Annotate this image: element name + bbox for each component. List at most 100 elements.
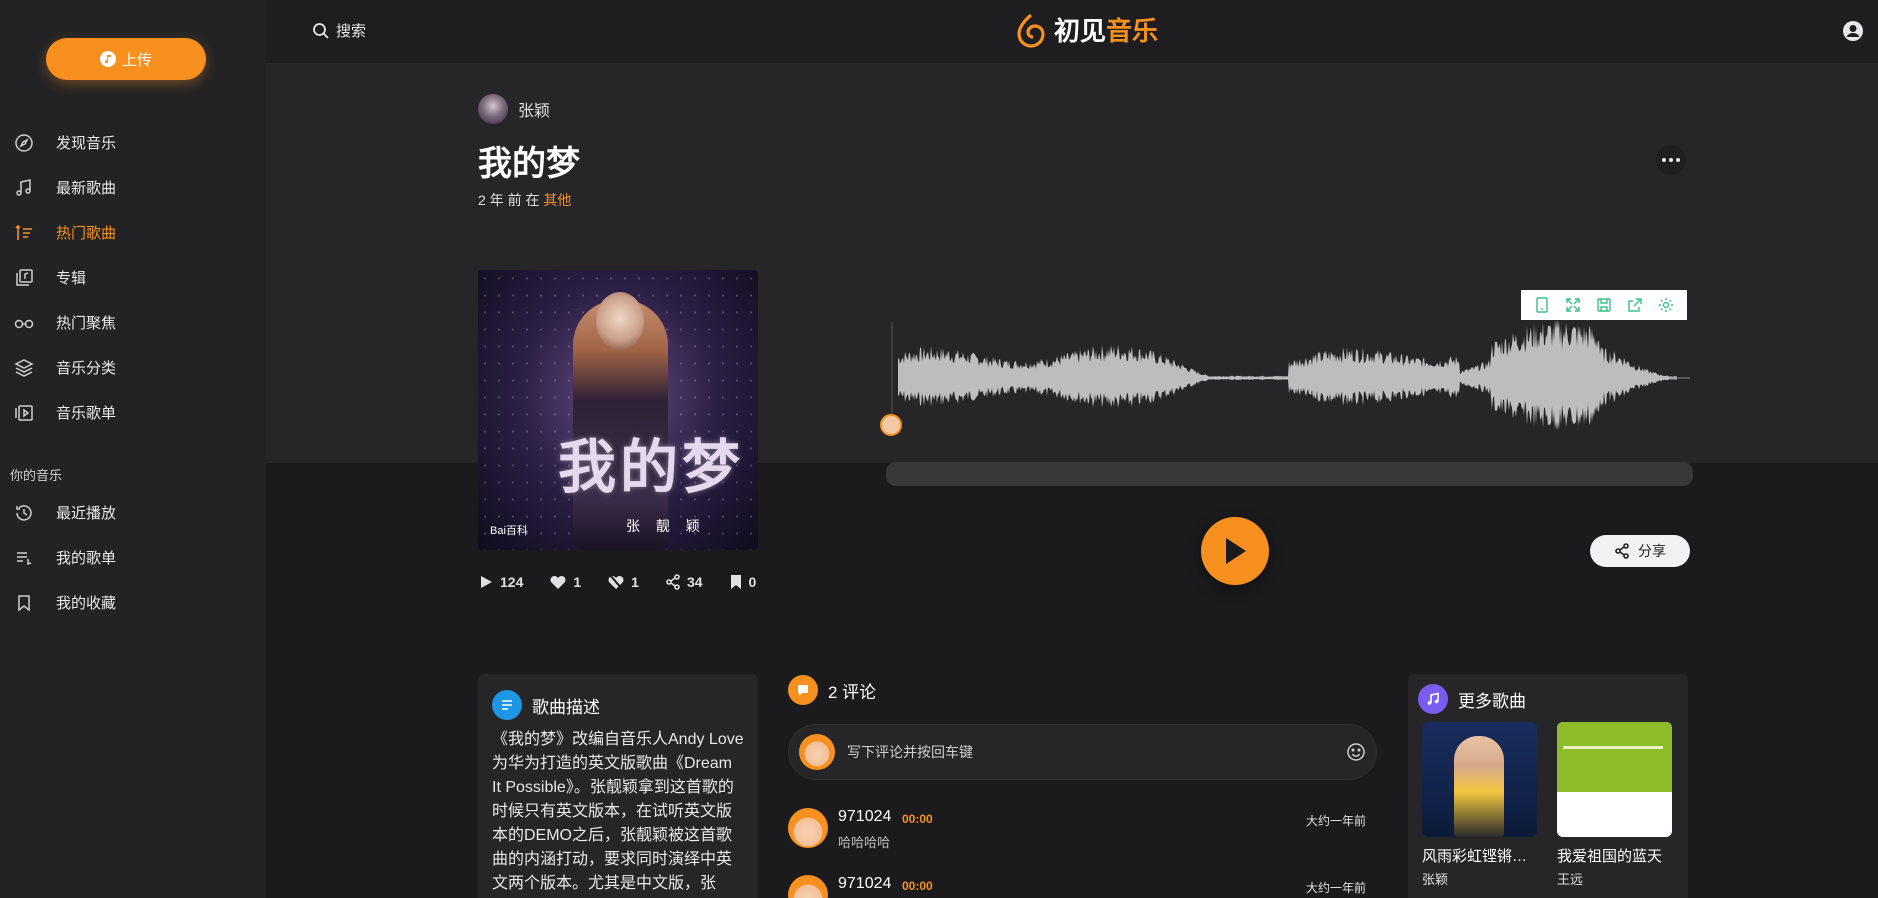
heart-icon (550, 575, 566, 589)
thumbnail-header (1557, 722, 1672, 792)
thumbnail-bar (1563, 746, 1663, 749)
more-song-item[interactable]: 我爱祖国的蓝天 王远 (1557, 722, 1672, 888)
search-button[interactable]: 搜索 (312, 20, 366, 41)
main-nav: 发现音乐 最新歌曲 热门歌曲 专辑 热门聚焦 音乐分类 音乐歌单 (0, 120, 266, 435)
dot-icon (1676, 158, 1680, 162)
description-title: 歌曲描述 (532, 697, 600, 717)
comment-timestamp[interactable]: 00:00 (902, 812, 933, 826)
song-thumbnail[interactable] (1557, 722, 1672, 837)
commenter-avatar[interactable] (788, 875, 828, 898)
sidebar-item-hot-songs[interactable]: 热门歌曲 (0, 210, 266, 255)
waveform-shape (898, 320, 1677, 430)
play-icon (1226, 538, 1246, 564)
artist-name: 张颖 (518, 103, 551, 120)
sidebar: 上传 发现音乐 最新歌曲 热门歌曲 专辑 热门聚焦 音乐分类 音乐歌单 你的音乐… (0, 0, 266, 898)
cover-brand-text: Bai百科 (490, 525, 528, 537)
music-disc-icon (99, 51, 116, 67)
compass-icon (14, 133, 34, 153)
music-note-icon (1418, 684, 1448, 714)
comment-item: 971024 00:00 大约一年前 (788, 875, 1378, 898)
bookmark-count-value: 0 (748, 574, 757, 590)
settings-gear-icon[interactable] (1657, 296, 1675, 314)
comment-count: 2 评论 (828, 682, 877, 702)
more-songs-title: 更多歌曲 (1458, 691, 1526, 711)
comment-bubble-icon (788, 675, 818, 705)
mobile-icon[interactable] (1533, 296, 1551, 314)
fullscreen-icon[interactable] (1564, 296, 1582, 314)
sidebar-item-discover[interactable]: 发现音乐 (0, 120, 266, 165)
song-meta-prefix: 2 年 前 在 (478, 192, 540, 208)
history-icon (14, 503, 34, 523)
sidebar-item-albums[interactable]: 专辑 (0, 255, 266, 300)
play-count-value: 124 (500, 574, 524, 590)
sidebar-item-label: 发现音乐 (56, 135, 117, 152)
app-logo[interactable]: 初见 音乐 (1014, 11, 1158, 48)
sidebar-item-new-songs[interactable]: 最新歌曲 (0, 165, 266, 210)
document-icon (492, 690, 522, 720)
commenter-name[interactable]: 971024 (838, 875, 891, 893)
playback-progress-bar[interactable] (886, 462, 1693, 486)
more-song-artist[interactable]: 王远 (1557, 869, 1672, 888)
commenter-avatar[interactable] (788, 808, 828, 848)
more-options-button[interactable] (1656, 145, 1686, 175)
share-icon (1615, 543, 1629, 559)
more-song-title[interactable]: 风雨彩虹铿锵玫瑰 (1422, 845, 1537, 866)
playlist-icon (14, 403, 34, 423)
commenter-name[interactable]: 971024 (838, 808, 891, 826)
play-button[interactable] (1201, 517, 1269, 585)
audio-waveform[interactable] (890, 320, 1690, 430)
sidebar-item-hot-focus[interactable]: 热门聚焦 (0, 300, 266, 345)
artist-avatar (478, 94, 508, 124)
top-bar: 搜索 初见 音乐 (266, 0, 1878, 63)
logo-text-part2: 音乐 (1106, 16, 1159, 46)
song-meta: 2 年 前 在 其他 (478, 190, 571, 210)
share-button[interactable]: 分享 (1590, 535, 1690, 567)
sidebar-item-my-playlists[interactable]: 我的歌单 (0, 535, 266, 580)
user-account-icon[interactable] (1842, 20, 1864, 47)
more-song-item[interactable]: 风雨彩虹铿锵玫瑰 张颖 (1422, 722, 1537, 888)
comment-marker-avatar[interactable] (880, 414, 902, 436)
share-count[interactable]: 34 (665, 574, 703, 590)
upload-label: 上传 (121, 51, 152, 69)
sidebar-item-label: 我的收藏 (56, 595, 117, 612)
song-description-card: 歌曲描述 《我的梦》改编自音乐人Andy Love为华为打造的英文版歌曲《Dre… (478, 674, 758, 898)
waveform-toolbar (1521, 290, 1687, 320)
save-icon[interactable] (1595, 296, 1613, 314)
dislike-count-value: 1 (631, 574, 639, 590)
more-songs-list: 风雨彩虹铿锵玫瑰 张颖 我爱祖国的蓝天 王远 (1408, 722, 1688, 888)
bookmark-button[interactable]: 0 (729, 574, 757, 590)
music-note-icon (14, 178, 34, 198)
description-text: 《我的梦》改编自音乐人Andy Love为华为打造的英文版歌曲《Dream It… (492, 731, 744, 892)
song-category-link[interactable]: 其他 (543, 192, 571, 208)
export-icon[interactable] (1626, 296, 1644, 314)
bookmark-icon (14, 593, 34, 613)
sidebar-item-playlists[interactable]: 音乐歌单 (0, 390, 266, 435)
thumbnail-figure (1454, 736, 1504, 837)
dot-icon (1662, 158, 1666, 162)
sidebar-item-favorites[interactable]: 我的收藏 (0, 580, 266, 625)
glasses-icon (14, 313, 34, 333)
comment-input[interactable] (847, 744, 1334, 760)
broken-heart-icon (608, 574, 624, 590)
sidebar-item-label: 最近播放 (56, 505, 117, 522)
play-count[interactable]: 124 (478, 574, 523, 590)
share-count-value: 34 (686, 574, 703, 590)
dot-icon (1669, 158, 1673, 162)
like-count-value: 1 (573, 574, 582, 590)
song-thumbnail[interactable] (1422, 722, 1537, 837)
sidebar-item-label: 音乐歌单 (56, 405, 117, 422)
sidebar-item-categories[interactable]: 音乐分类 (0, 345, 266, 390)
logo-icon (1017, 13, 1045, 48)
upload-button[interactable]: 上传 (46, 38, 206, 80)
emoji-icon[interactable] (1346, 742, 1366, 762)
like-button[interactable]: 1 (549, 574, 581, 590)
comment-date: 大约一年前 (1306, 814, 1367, 828)
more-song-artist[interactable]: 张颖 (1422, 869, 1537, 888)
comment-timestamp[interactable]: 00:00 (902, 879, 933, 893)
song-stats: 124 1 1 34 0 (478, 574, 782, 590)
artist-link[interactable]: 张颖 (478, 94, 550, 124)
sidebar-item-recent[interactable]: 最近播放 (0, 490, 266, 535)
more-song-title[interactable]: 我爱祖国的蓝天 (1557, 845, 1672, 866)
sidebar-item-label: 最新歌曲 (56, 180, 117, 197)
dislike-button[interactable]: 1 (607, 574, 639, 590)
